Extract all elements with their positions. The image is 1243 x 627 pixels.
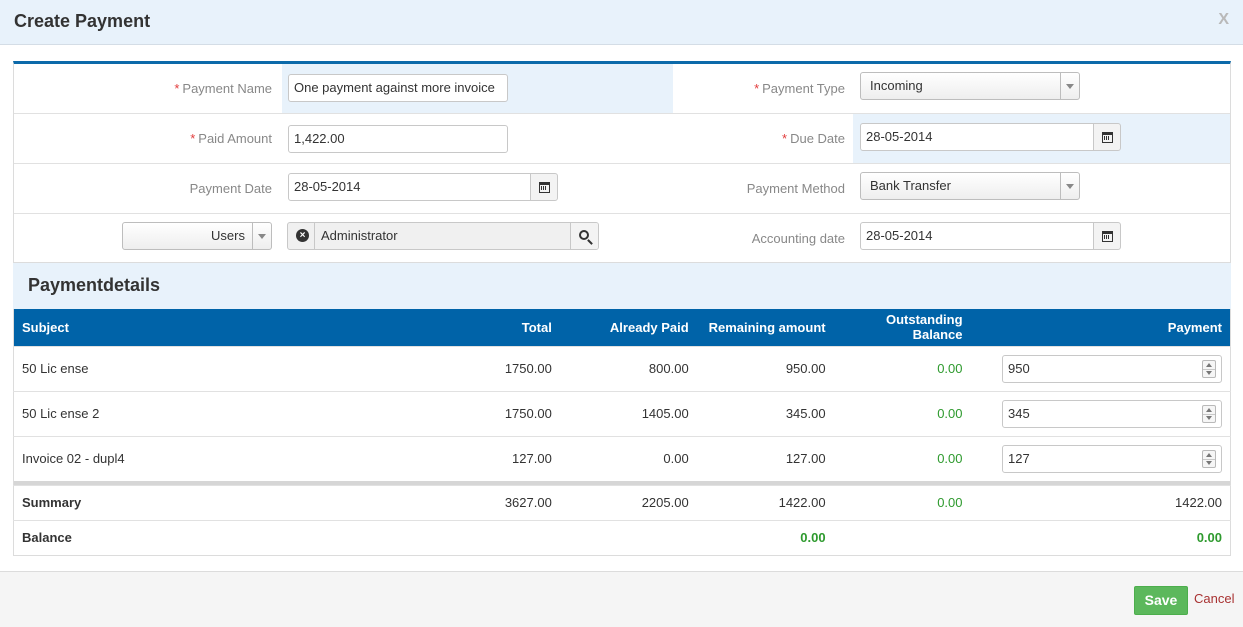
col-subject: Subject [22,319,69,335]
chevron-down-icon [252,223,271,249]
col-already-paid: Already Paid [609,319,689,335]
paid-amount-label: * Paid Amount [190,131,272,146]
payment-date-calendar-button[interactable] [530,173,558,201]
balance-row: Balance 0.00 0.00 [13,519,1231,555]
clear-icon[interactable]: × [296,229,309,242]
balance-remaining: 0.00 [696,519,834,555]
remaining-cell: 345.00 [696,390,834,436]
accounting-date-input[interactable]: 28-05-2014 [860,222,1094,250]
calendar-icon [1101,131,1113,143]
form-row-4: Users × Administrator Accounting date 28… [14,214,1230,264]
modal-footer: Save Cancel [0,571,1243,627]
stepper-icon[interactable] [1202,449,1216,468]
payment-name-label: * Payment Name [174,81,272,96]
col-total: Total [521,319,552,335]
remaining-cell: 127.00 [696,435,834,481]
payment-type-select[interactable]: Incoming [860,72,1080,100]
divider [314,223,315,249]
form-row-2: * Paid Amount 1,422.00 * Due Date 28-05-20… [14,114,1230,164]
payment-cell: 950 [970,345,1231,391]
assignee-type-select[interactable]: Users [122,222,272,250]
paid-amount-input[interactable]: 1,422.00 [288,125,508,153]
save-button[interactable]: Save [1134,586,1188,615]
col-payment: Payment [1167,319,1222,335]
accounting-date-calendar-button[interactable] [1093,222,1121,250]
summary-remaining: 1422.00 [696,484,834,520]
table-row: Invoice 02 - dupl4 127.00 0.00 127.00 0.… [13,435,1231,481]
payment-input[interactable]: 345 [1002,399,1222,428]
assignee-value: Administrator [321,228,398,243]
calendar-icon [538,181,550,193]
search-button[interactable] [570,223,598,249]
payment-method-value: Bank Transfer [870,178,951,193]
payment-date-input[interactable]: 28-05-2014 [288,173,532,201]
balance-empty [833,519,971,555]
subject-cell: 50 Lic ense [13,345,423,391]
due-date-input[interactable]: 28-05-2014 [860,123,1094,151]
total-cell: 127.00 [422,435,560,481]
summary-outstanding: 0.00 [833,484,971,520]
balance-empty [559,519,697,555]
payment-input[interactable]: 127 [1002,444,1222,473]
balance-payment: 0.00 [970,519,1231,555]
section-title: Paymentdetails [28,275,161,295]
close-icon[interactable]: X [1218,11,1229,29]
col-remaining: Remaining amount [708,319,826,335]
payment-type-label: * Payment Type [754,81,845,96]
payment-method-label: Payment Method [746,181,845,196]
summary-label: Summary [13,484,423,520]
due-date-label: * Due Date [782,131,845,146]
subject-cell: 50 Lic ense 2 [13,390,423,436]
modal-header: Create Payment X [0,0,1243,45]
form-row-3: Payment Date 28-05-2014 Payment Method B… [14,164,1230,214]
outstanding-cell: 0.00 [833,390,971,436]
already-paid-cell: 0.00 [559,435,697,481]
payment-value: 127 [1008,450,1030,466]
payment-type-value: Incoming [870,78,923,93]
payment-date-label: Payment Date [189,181,272,196]
calendar-icon [1101,230,1113,242]
payment-details-table: Subject Total Already Paid Remaining amo… [13,309,1231,556]
payment-name-input[interactable]: One payment against more invoice [288,74,508,102]
assignee-type-value: Users [211,228,245,243]
outstanding-cell: 0.00 [833,345,971,391]
payment-cell: 127 [970,435,1231,481]
payment-value: 345 [1008,405,1030,421]
summary-payment: 1422.00 [970,484,1231,520]
modal-title: Create Payment [14,11,151,31]
summary-total: 3627.00 [422,484,560,520]
payment-value: 950 [1008,360,1030,376]
form-row-1: * Payment Name One payment against more i… [14,64,1230,114]
summary-already-paid: 2205.00 [559,484,697,520]
chevron-down-icon [1060,73,1079,99]
outstanding-cell: 0.00 [833,435,971,481]
accounting-date-label: Accounting date [751,231,845,246]
summary-row: Summary 3627.00 2205.00 1422.00 0.00 142… [13,484,1231,520]
total-cell: 1750.00 [422,390,560,436]
subject-cell: Invoice 02 - dupl4 [13,435,423,481]
remaining-cell: 950.00 [696,345,834,391]
assignee-field: × Administrator [287,222,599,250]
already-paid-cell: 1405.00 [559,390,697,436]
already-paid-cell: 800.00 [559,345,697,391]
table-row: 50 Lic ense 2 1750.00 1405.00 345.00 0.0… [13,390,1231,436]
cancel-link[interactable]: Cancel [1194,591,1234,606]
balance-empty [422,519,560,555]
search-icon [578,230,589,240]
payment-input[interactable]: 950 [1002,354,1222,383]
stepper-icon[interactable] [1202,404,1216,423]
stepper-icon[interactable] [1202,359,1216,378]
payment-details-header: Paymentdetails [13,263,1231,309]
col-outstanding: Outstanding Balance [885,312,963,343]
balance-label: Balance [13,519,423,555]
payment-cell: 345 [970,390,1231,436]
table-header-row: Subject Total Already Paid Remaining amo… [13,309,1231,346]
payment-method-select[interactable]: Bank Transfer [860,172,1080,200]
table-row: 50 Lic ense 1750.00 800.00 950.00 0.00 9… [13,345,1231,391]
due-date-calendar-button[interactable] [1093,123,1121,151]
chevron-down-icon [1060,173,1079,199]
total-cell: 1750.00 [422,345,560,391]
payment-form: * Payment Name One payment against more i… [13,61,1231,263]
